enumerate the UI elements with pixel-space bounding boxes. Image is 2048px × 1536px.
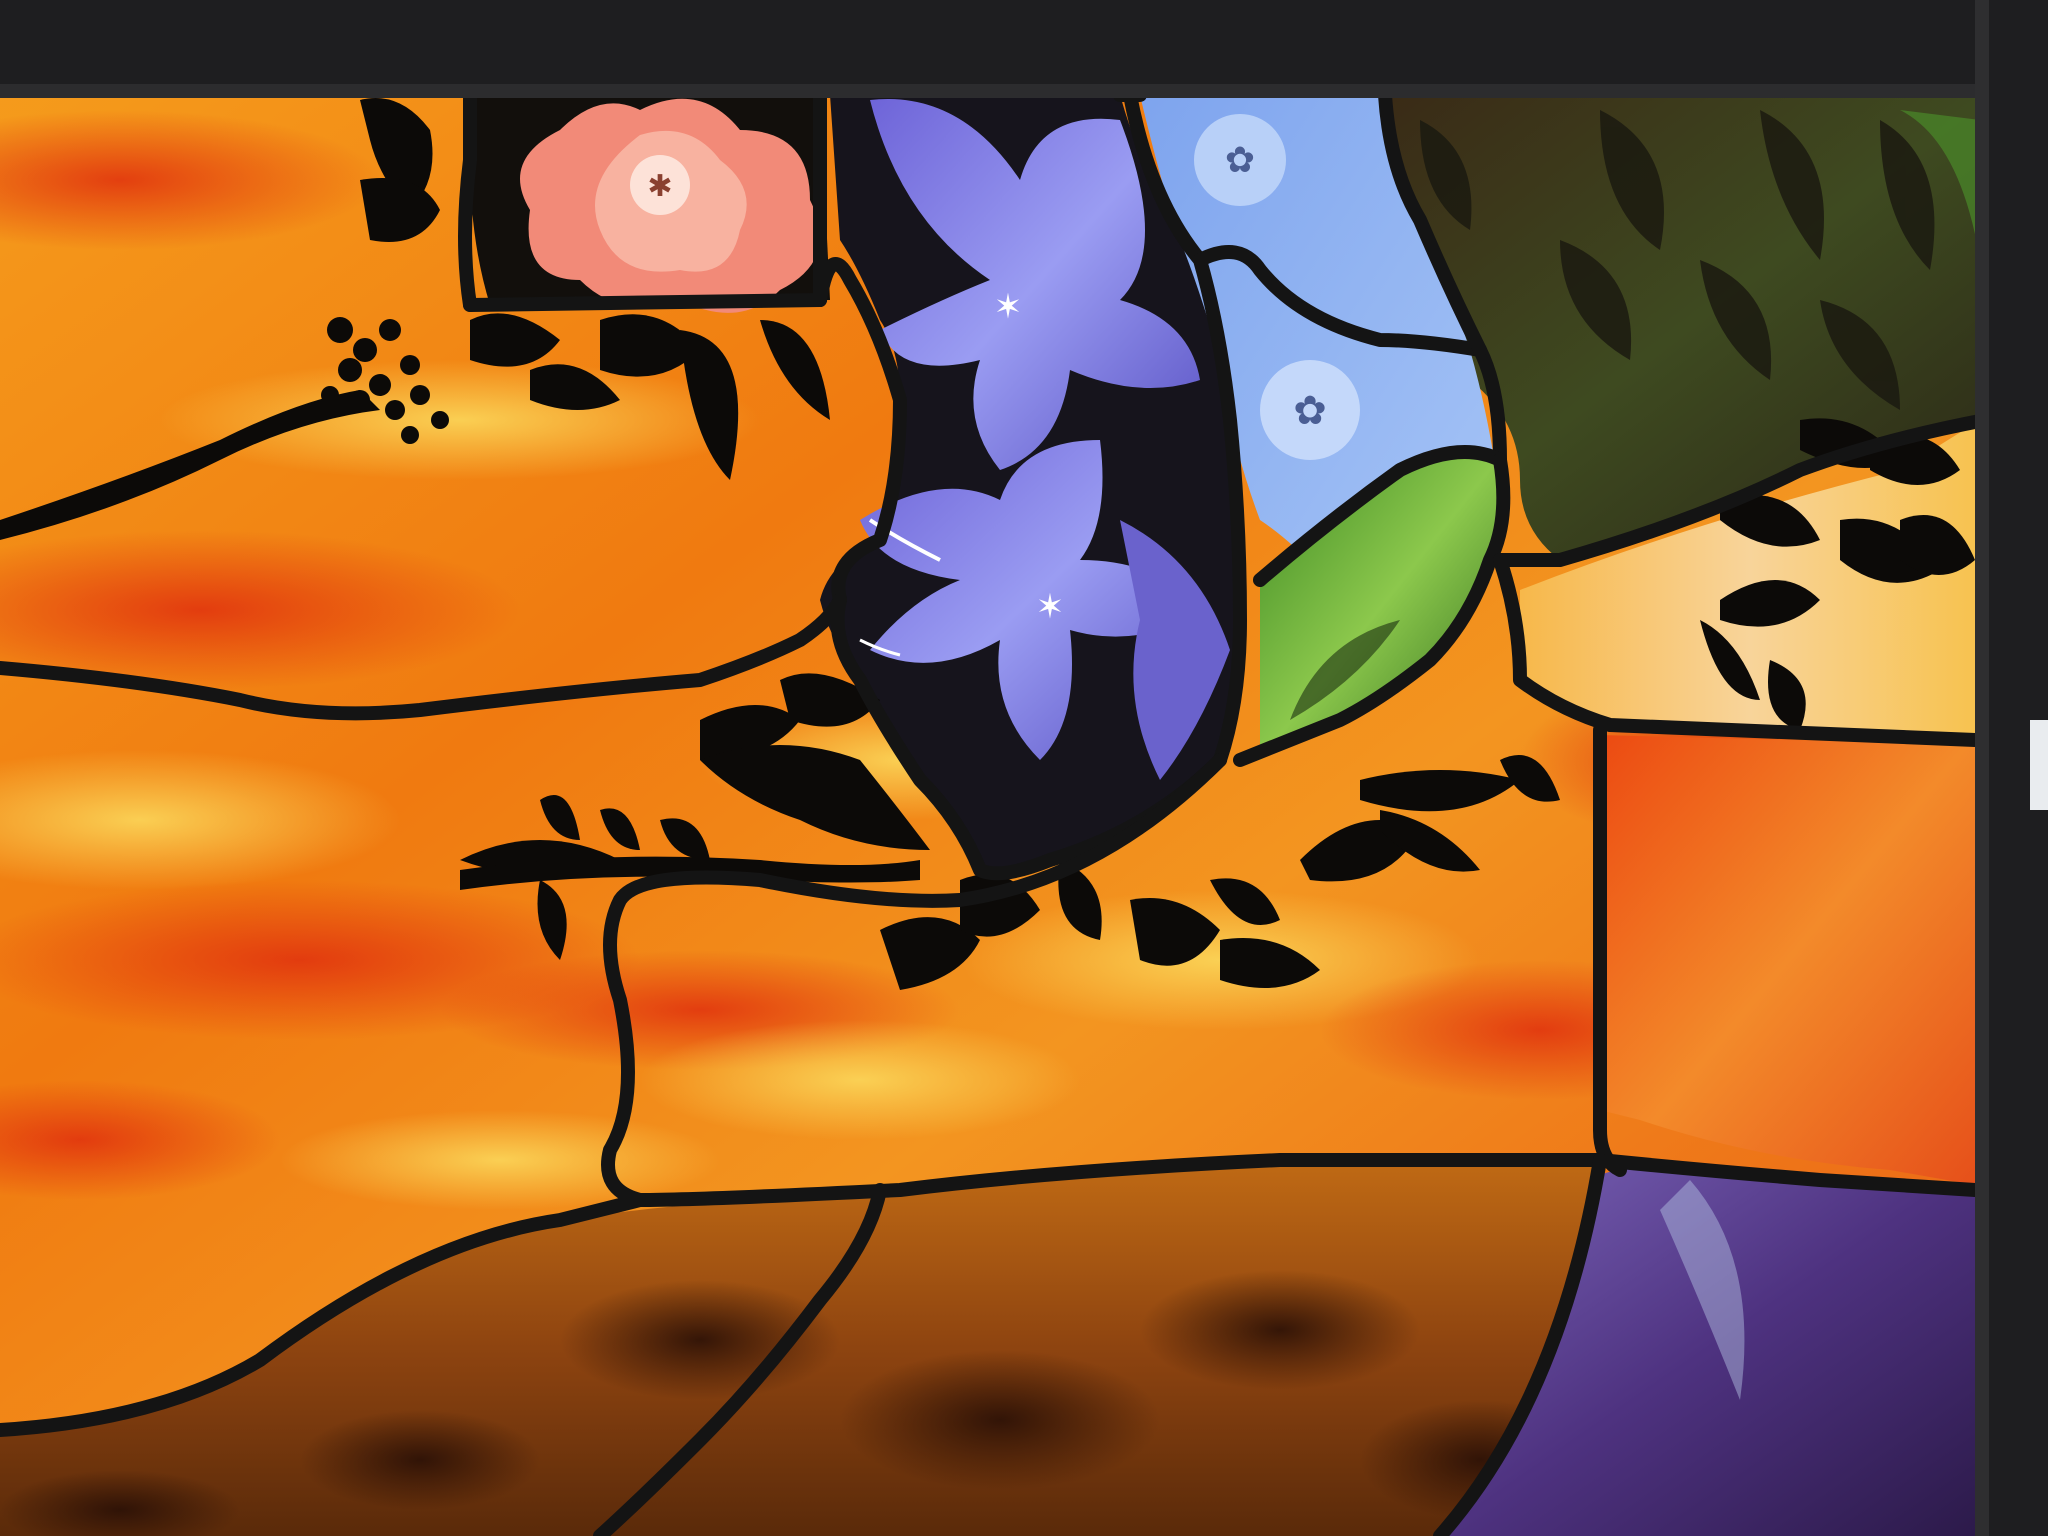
svg-text:✿: ✿ [1225,140,1255,181]
svg-text:✱: ✱ [647,169,672,204]
svg-text:✶: ✶ [994,287,1023,327]
frame-edge-top [0,84,2048,98]
window-reflection [2030,720,2048,810]
stained-glass-svg: ✱ ✶ ✶ ✿ ✿ [0,0,2048,1536]
frame-edge-right [1975,0,1989,1536]
red-pane [1600,735,1975,1185]
stained-glass-photo: ✱ ✶ ✶ ✿ ✿ [0,0,2048,1536]
svg-text:✿: ✿ [1293,388,1327,434]
metal-frame-top [0,0,2048,92]
svg-text:✶: ✶ [1036,587,1065,627]
